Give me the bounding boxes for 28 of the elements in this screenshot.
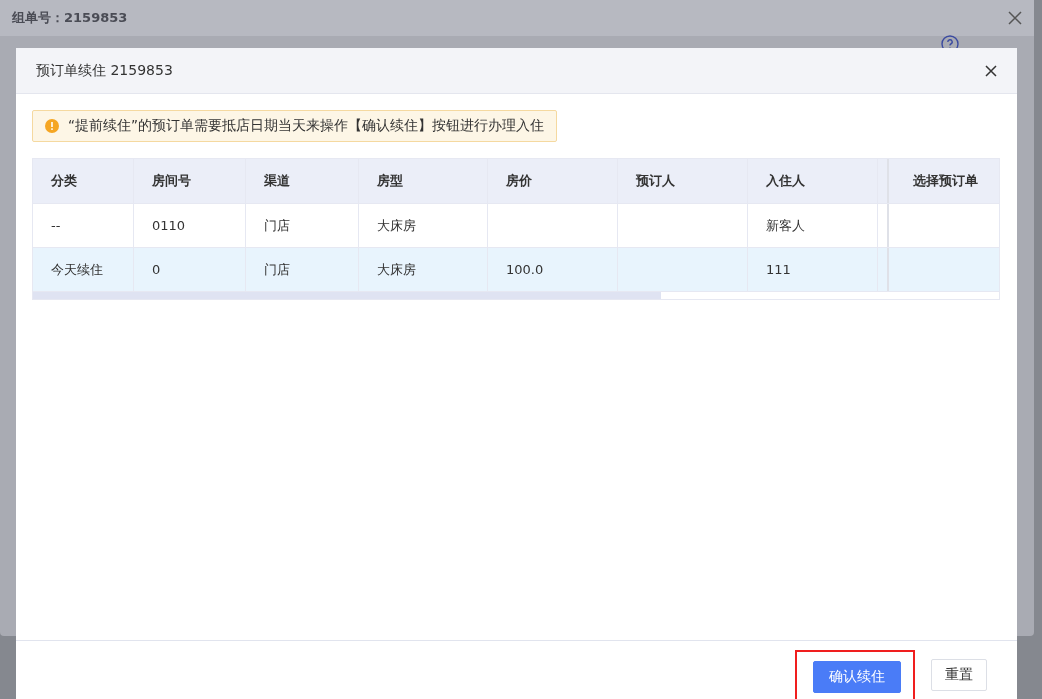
table-cell: 0 bbox=[152, 262, 161, 277]
table-cell: -- bbox=[51, 218, 61, 233]
table-cell: 大床房 bbox=[377, 216, 416, 235]
dialog-title: 组单号：2159853 bbox=[12, 9, 128, 27]
action-button[interactable]: 重置 bbox=[931, 659, 987, 691]
table-cell: 111 bbox=[766, 262, 791, 277]
table-cell: 100.0 bbox=[506, 262, 544, 277]
table-cell: 大床房 bbox=[377, 260, 416, 279]
column-header: 预订人 bbox=[636, 172, 675, 190]
column-header: 房型 bbox=[377, 172, 403, 190]
close-icon[interactable] bbox=[985, 64, 997, 77]
table-cell: 门店 bbox=[264, 260, 290, 279]
table-cell: 新客人 bbox=[766, 216, 805, 235]
column-header: 房价 bbox=[506, 172, 532, 190]
scrollbar[interactable] bbox=[33, 292, 661, 299]
column-header: 渠道 bbox=[264, 172, 290, 190]
column-header: 选择预订单 bbox=[912, 172, 978, 190]
modal-title: 预订单续住 2159853 bbox=[36, 61, 173, 80]
column-header: 分类 bbox=[51, 172, 77, 190]
table-cell: 今天续住 bbox=[51, 260, 103, 279]
column-header: 房间号 bbox=[152, 172, 191, 190]
warning-icon bbox=[45, 119, 59, 133]
column-header: 入住人 bbox=[766, 172, 805, 190]
table-cell: 0110 bbox=[152, 218, 186, 233]
table-cell: 门店 bbox=[264, 216, 290, 235]
table-row[interactable]: 今天续住 0 门店 大床房 100.0 111 bbox=[33, 248, 999, 292]
alert-text: “提前续住”的预订单需要抵店日期当天来操作【确认续住】按钮进行办理入住 bbox=[68, 117, 544, 135]
action-button[interactable]: 确认续住 bbox=[813, 660, 901, 693]
